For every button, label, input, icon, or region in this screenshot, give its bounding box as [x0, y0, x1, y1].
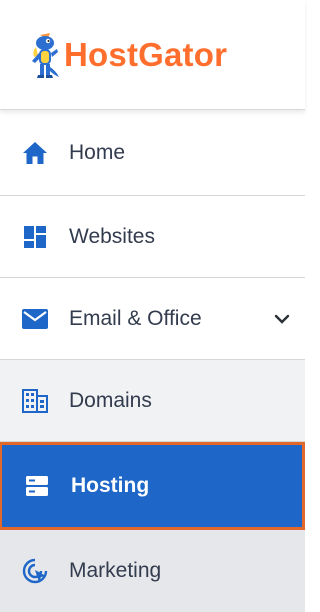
sidebar-item-domains[interactable]: Domains	[0, 360, 305, 442]
brand-logo-text: HostGator	[64, 35, 228, 73]
sidebar-item-marketing[interactable]: Marketing	[0, 530, 305, 612]
sidebar-item-label: Email & Office	[69, 306, 202, 330]
sidebar-item-websites[interactable]: Websites	[0, 196, 305, 278]
sidebar-item-label: Hosting	[71, 474, 150, 497]
mail-icon	[20, 304, 50, 334]
server-icon	[22, 471, 52, 501]
sidebar-nav: Home Websites Email & Office Domains Hos…	[0, 110, 305, 612]
building-grid-icon	[20, 386, 50, 416]
home-icon	[20, 138, 50, 168]
sidebar-item-label: Websites	[69, 224, 155, 248]
sidebar-item-hosting[interactable]: Hosting	[0, 442, 305, 530]
sidebar-item-home[interactable]: Home	[0, 110, 305, 196]
sidebar-item-label: Domains	[69, 388, 152, 412]
brand-header: HostGator	[0, 0, 305, 110]
target-cursor-icon	[20, 556, 50, 586]
sidebar-item-email-office[interactable]: Email & Office	[0, 278, 305, 360]
sidebar-item-label: Marketing	[69, 559, 162, 582]
sidebar-item-label: Home	[69, 140, 126, 164]
chevron-down-icon[interactable]	[273, 310, 291, 328]
gator-mascot-icon	[32, 32, 59, 78]
dashboard-grid-icon	[20, 222, 50, 252]
sidebar: HostGator Home Websites Email & Office D…	[0, 0, 305, 612]
